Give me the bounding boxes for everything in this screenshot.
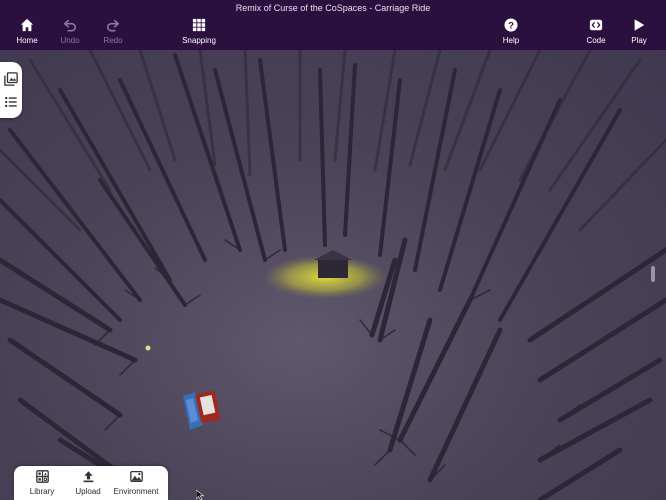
play-label: Play [631,36,647,45]
play-button[interactable]: Play [614,18,664,48]
code-icon [589,19,603,31]
play-icon [634,19,645,31]
redo-icon [106,19,120,32]
redo-button[interactable]: Redo [88,18,138,48]
help-icon: ? [504,18,518,32]
help-label: Help [502,36,520,45]
bottom-panel: Library Upload Environment [14,466,168,500]
library-label: Library [29,487,55,496]
upload-icon [83,471,93,483]
library-button[interactable]: Library [18,470,66,500]
environment-label: Environment [113,487,159,496]
window-title: Remix of Curse of the CoSpaces - Carriag… [235,3,431,13]
forest-scene [0,50,666,500]
environment-button[interactable]: Environment [112,470,160,500]
undo-label: Undo [60,36,80,45]
library-icon [35,470,49,483]
environment-icon [129,470,143,483]
lantern-point [145,345,151,351]
top-toolbar: Remix of Curse of the CoSpaces - Carriag… [0,0,666,50]
scene-viewport[interactable] [0,50,666,500]
snapping-button[interactable]: Snapping [174,18,224,48]
grid-icon [192,18,206,32]
upload-label: Upload [75,487,101,496]
viewport-scroll-handle[interactable] [651,266,655,282]
side-panel [0,62,22,118]
undo-icon [63,19,77,32]
upload-button[interactable]: Upload [64,470,112,500]
home-icon [20,18,34,32]
list-icon[interactable] [4,95,18,109]
help-button[interactable]: ? Help [486,18,536,48]
home-label: Home [16,36,38,45]
code-label: Code [586,36,606,45]
gallery-icon[interactable] [4,72,18,86]
snapping-label: Snapping [182,36,216,45]
svg-text:?: ? [508,21,514,32]
redo-label: Redo [103,36,123,45]
mouse-cursor-icon [196,490,205,500]
